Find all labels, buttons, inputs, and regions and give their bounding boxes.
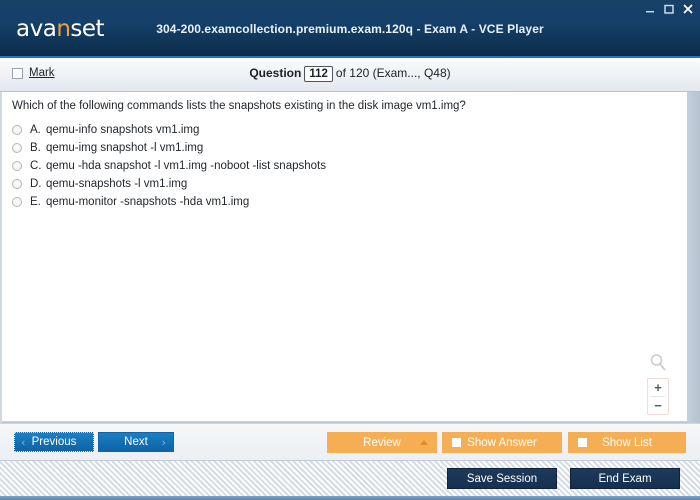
minimize-icon[interactable] (644, 3, 656, 15)
option-text: qemu-monitor -snapshots -hda vm1.img (46, 196, 250, 208)
question-word-label: Question (249, 66, 302, 80)
save-session-button[interactable]: Save Session (447, 468, 557, 489)
review-button-label: Review (363, 436, 401, 449)
end-exam-label: End Exam (598, 472, 652, 485)
option-letter: D. (30, 178, 42, 190)
answer-option[interactable]: C. qemu -hda snapshot -l vm1.img -noboot… (12, 157, 672, 175)
zoom-out-button[interactable]: − (648, 397, 668, 414)
option-letter: E. (30, 196, 41, 208)
chevron-up-icon (420, 440, 428, 445)
next-button[interactable]: Next › (98, 432, 174, 452)
show-list-button-label: Show List (602, 436, 652, 449)
review-button[interactable]: Review (327, 432, 437, 453)
zoom-widget: + − (647, 352, 669, 415)
option-radio-c[interactable] (12, 161, 22, 171)
window-controls (644, 3, 694, 15)
zoom-buttons: + − (647, 378, 669, 415)
vce-player-window: avanset 304-200.examcollection.premium.e… (0, 0, 700, 500)
option-radio-a[interactable] (12, 125, 22, 135)
option-text: qemu-snapshots -l vm1.img (46, 178, 188, 190)
show-list-button[interactable]: Show List (568, 432, 686, 453)
option-letter: A. (30, 124, 41, 136)
magnifier-icon (650, 354, 666, 371)
option-radio-e[interactable] (12, 197, 22, 207)
save-session-label: Save Session (466, 472, 538, 485)
previous-button[interactable]: ‹ Previous (14, 432, 94, 452)
title-bar: avanset 304-200.examcollection.premium.e… (0, 0, 700, 58)
answer-options-list: A. qemu-info snapshots vm1.img B. qemu-i… (12, 121, 672, 211)
answer-option[interactable]: D. qemu-snapshots -l vm1.img (12, 175, 672, 193)
bottom-bar: Save Session End Exam (0, 460, 700, 500)
action-bar: ‹ Previous Next › Review Show Answer Sho… (0, 423, 700, 460)
zoom-in-button[interactable]: + (648, 379, 668, 396)
next-chevron-icon: › (161, 435, 166, 449)
previous-chevron-icon: ‹ (21, 435, 26, 449)
next-button-label: Next (124, 436, 148, 448)
maximize-icon[interactable] (663, 3, 675, 15)
end-exam-button[interactable]: End Exam (570, 468, 680, 489)
show-answer-button-label: Show Answer (467, 436, 537, 449)
question-counter: Question 112 of 120 (Exam..., Q48) (0, 66, 700, 82)
option-text: qemu-info snapshots vm1.img (46, 124, 200, 136)
answer-option[interactable]: E. qemu-monitor -snapshots -hda vm1.img (12, 193, 672, 211)
question-total-label: of 120 (Exam..., Q48) (335, 66, 451, 80)
option-text: qemu-img snapshot -l vm1.img (46, 142, 204, 154)
question-text: Which of the following commands lists th… (12, 100, 466, 112)
question-header-bar: Mark Question 112 of 120 (Exam..., Q48) (0, 58, 700, 92)
window-title: 304-200.examcollection.premium.exam.120q… (156, 22, 544, 36)
answer-option[interactable]: A. qemu-info snapshots vm1.img (12, 121, 672, 139)
show-list-checkbox-icon (578, 438, 587, 447)
previous-button-label: Previous (31, 436, 77, 448)
option-radio-b[interactable] (12, 143, 22, 153)
option-radio-d[interactable] (12, 179, 22, 189)
question-content-area: Which of the following commands lists th… (2, 92, 688, 422)
option-letter: C. (30, 160, 42, 172)
option-letter: B. (30, 142, 41, 154)
show-answer-button[interactable]: Show Answer (442, 432, 562, 453)
close-icon[interactable] (682, 3, 694, 15)
show-answer-checkbox-icon (452, 438, 461, 447)
question-number-input[interactable]: 112 (304, 66, 333, 82)
content-right-edge (688, 92, 700, 423)
option-text: qemu -hda snapshot -l vm1.img -noboot -l… (46, 160, 326, 172)
answer-option[interactable]: B. qemu-img snapshot -l vm1.img (12, 139, 672, 157)
